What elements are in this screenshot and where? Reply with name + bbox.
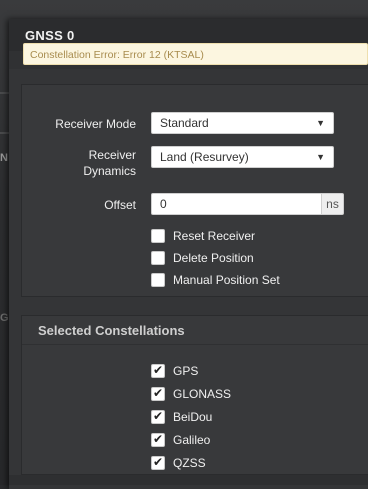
background-label: G [0,312,9,324]
offset-input[interactable]: 0 [151,193,322,215]
reset-receiver-checkbox[interactable] [151,229,165,243]
checkmark-icon: ✔ [153,455,164,469]
checkmark-icon: ✔ [153,363,164,377]
galileo-label: Galileo [173,433,211,447]
delete-position-label: Delete Position [173,251,254,265]
beidou-checkbox[interactable]: ✔ [151,409,165,424]
dialog-title: GNSS 0 [25,28,75,43]
beidou-label: BeiDou [173,410,213,424]
chevron-down-icon: ▼ [316,152,325,162]
manual-position-set-checkbox[interactable] [151,273,165,287]
offset-unit-addon: ns [322,193,344,215]
offset-label: Offset [104,198,136,212]
receiver-dynamics-value: Land (Resurvey) [160,150,249,164]
delete-position-checkbox[interactable] [151,251,165,265]
receiver-dynamics-label: Receiver [88,148,136,162]
background-label: N [0,152,8,164]
constellation-error-alert: Constellation Error: Error 12 (KTSAL) [23,43,368,65]
section-title: Selected Constellations [38,323,185,338]
receiver-dynamics-label-line2: Dynamics [83,164,136,178]
glonass-label: GLONASS [173,387,232,401]
qzss-label: QZSS [173,456,206,470]
reset-receiver-label: Reset Receiver [173,229,256,243]
glonass-checkbox[interactable]: ✔ [151,386,165,401]
dialog-bottom-edge [9,475,368,485]
checkmark-icon: ✔ [153,386,164,400]
galileo-checkbox[interactable]: ✔ [151,432,165,447]
receiver-mode-label: Receiver Mode [55,117,136,131]
receiver-mode-value: Standard [160,116,209,130]
gps-label: GPS [173,364,199,378]
gps-checkbox[interactable]: ✔ [151,363,165,378]
checkmark-icon: ✔ [153,432,164,446]
qzss-checkbox[interactable]: ✔ [151,455,165,470]
checkmark-icon: ✔ [153,409,164,423]
chevron-down-icon: ▼ [316,118,325,128]
section-header: Selected Constellations [22,316,368,345]
manual-position-set-label: Manual Position Set [173,273,280,287]
receiver-mode-select[interactable]: Standard ▼ [151,112,334,134]
receiver-dynamics-select[interactable]: Land (Resurvey) ▼ [151,146,334,168]
